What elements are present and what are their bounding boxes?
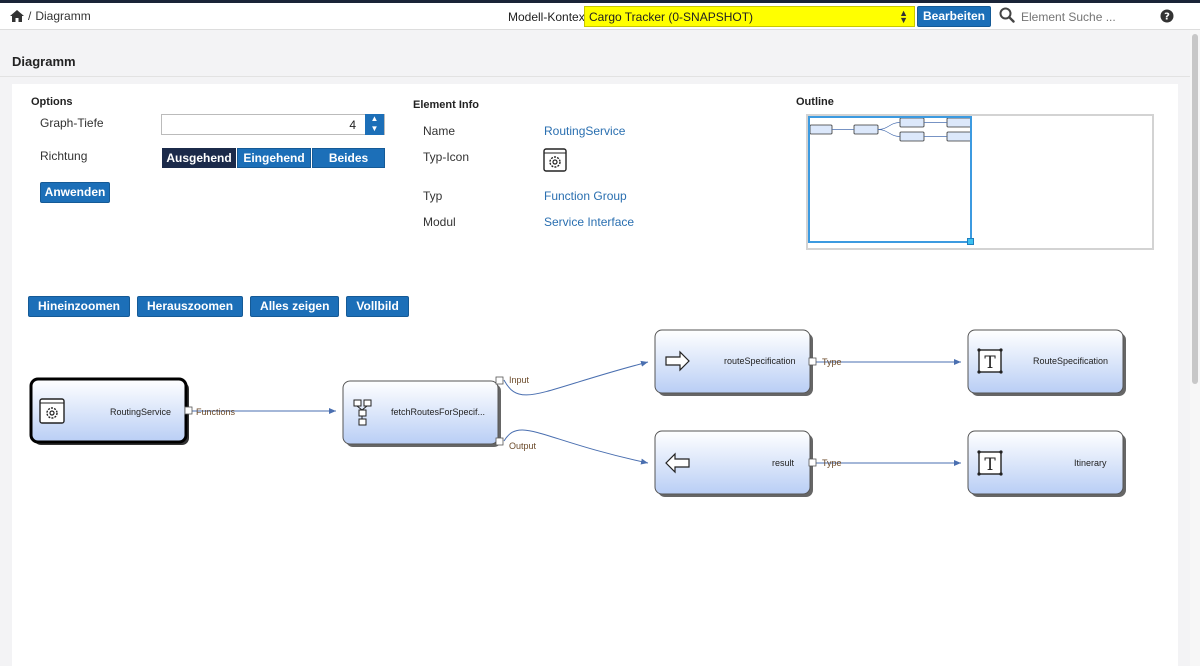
node-label-result-param: result (772, 458, 795, 468)
port-input[interactable] (495, 376, 504, 385)
model-context-value: Cargo Tracker (0-SNAPSHOT) (589, 10, 754, 24)
svg-text:T: T (984, 353, 996, 373)
help-icon[interactable]: ? (1160, 9, 1174, 26)
model-context-label: Modell-Kontext: (508, 10, 592, 24)
graph-depth-input[interactable]: 4 ▲ ▼ (161, 114, 385, 135)
node-result-param[interactable]: result (654, 430, 817, 497)
node-label-routing-service: RoutingService (110, 407, 171, 417)
zoom-out-button[interactable]: Herauszoomen (137, 296, 244, 317)
search-icon[interactable] (999, 7, 1015, 26)
graph-depth-label: Graph-Tiefe (40, 116, 104, 130)
diagram-canvas[interactable]: Functions Input Output Type Type Routing… (0, 320, 1190, 520)
diagram-toolbar: Hineinzoomen Herauszoomen Alles zeigen V… (28, 296, 409, 317)
name-value-link[interactable]: RoutingService (544, 124, 625, 138)
node-itinerary-type[interactable]: T Itinerary (967, 430, 1126, 497)
node-label-fetch-routes: fetchRoutesForSpecif... (391, 407, 485, 417)
select-caret-icon: ▲ ▼ (899, 8, 908, 25)
port-type-in[interactable] (808, 357, 817, 366)
element-info-heading: Element Info (413, 99, 480, 111)
graph-depth-value: 4 (349, 118, 356, 132)
port-functions[interactable] (184, 406, 193, 415)
port-type-out[interactable] (808, 458, 817, 467)
page-title: Diagramm (12, 54, 76, 69)
apply-button[interactable]: Anwenden (40, 182, 110, 203)
breadcrumb-current: Diagramm (35, 9, 91, 23)
scrollbar-thumb[interactable] (1192, 34, 1198, 384)
direction-incoming-button[interactable]: Eingehend (237, 148, 311, 168)
direction-toggle-group: Ausgehend Eingehend Beides (162, 148, 386, 168)
node-fetch-routes[interactable]: fetchRoutesForSpecif... (342, 376, 504, 447)
type-value-link[interactable]: Function Group (544, 189, 627, 203)
edge-label-functions: Functions (196, 407, 236, 417)
port-output[interactable] (495, 437, 504, 446)
type-label: Typ (423, 189, 443, 203)
outline-viewport[interactable] (808, 116, 972, 243)
outline-resize-handle[interactable] (967, 238, 974, 245)
direction-label: Richtung (40, 149, 88, 163)
edge-label-type-out: Type (822, 458, 842, 468)
type-icon: T (977, 450, 1003, 476)
node-label-route-specification-param: routeSpecification (724, 356, 796, 366)
show-all-button[interactable]: Alles zeigen (250, 296, 340, 317)
node-route-specification-param[interactable]: routeSpecification (654, 329, 817, 396)
node-route-specification-type[interactable]: T RouteSpecification (967, 329, 1126, 396)
direction-both-button[interactable]: Beides (312, 148, 385, 168)
edge-label-input: Input (509, 375, 530, 385)
svg-text:?: ? (1164, 12, 1170, 23)
title-divider (0, 76, 1190, 77)
number-stepper[interactable]: ▲ ▼ (365, 114, 384, 135)
edge-label-output: Output (509, 441, 537, 451)
page-scrollbar[interactable] (1190, 30, 1200, 666)
node-label-itinerary-type: Itinerary (1074, 458, 1107, 468)
function-group-icon (543, 148, 567, 175)
type-icon-label: Typ-Icon (423, 150, 470, 164)
node-routing-service[interactable]: RoutingService (29, 377, 193, 445)
outline-heading: Outline (796, 96, 834, 108)
module-label: Modul (423, 215, 456, 229)
function-group-icon (39, 398, 65, 424)
fullscreen-button[interactable]: Vollbild (346, 296, 409, 317)
outline-minimap[interactable] (806, 114, 1154, 250)
chevron-down-icon[interactable]: ▼ (371, 124, 379, 133)
options-heading: Options (31, 96, 73, 108)
chevron-up-icon[interactable]: ▲ (371, 114, 379, 123)
direction-outgoing-button[interactable]: Ausgehend (162, 148, 236, 168)
edit-context-button[interactable]: Bearbeiten (917, 6, 991, 27)
top-navbar: / Diagramm Modell-Kontext: Cargo Tracker… (0, 0, 1200, 30)
breadcrumb-separator: / (28, 9, 32, 23)
breadcrumb: / Diagramm (10, 9, 91, 23)
name-label: Name (423, 124, 456, 138)
edge-label-type-in: Type (822, 357, 842, 367)
module-value-link[interactable]: Service Interface (544, 215, 634, 229)
node-label-route-specification-type: RouteSpecification (1033, 356, 1108, 366)
element-search-input[interactable] (1021, 7, 1151, 27)
type-icon: T (977, 348, 1003, 374)
home-icon[interactable] (10, 10, 24, 22)
model-context-select[interactable]: Cargo Tracker (0-SNAPSHOT) ▲ ▼ (584, 6, 915, 27)
svg-text:T: T (984, 455, 996, 475)
zoom-in-button[interactable]: Hineinzoomen (28, 296, 131, 317)
